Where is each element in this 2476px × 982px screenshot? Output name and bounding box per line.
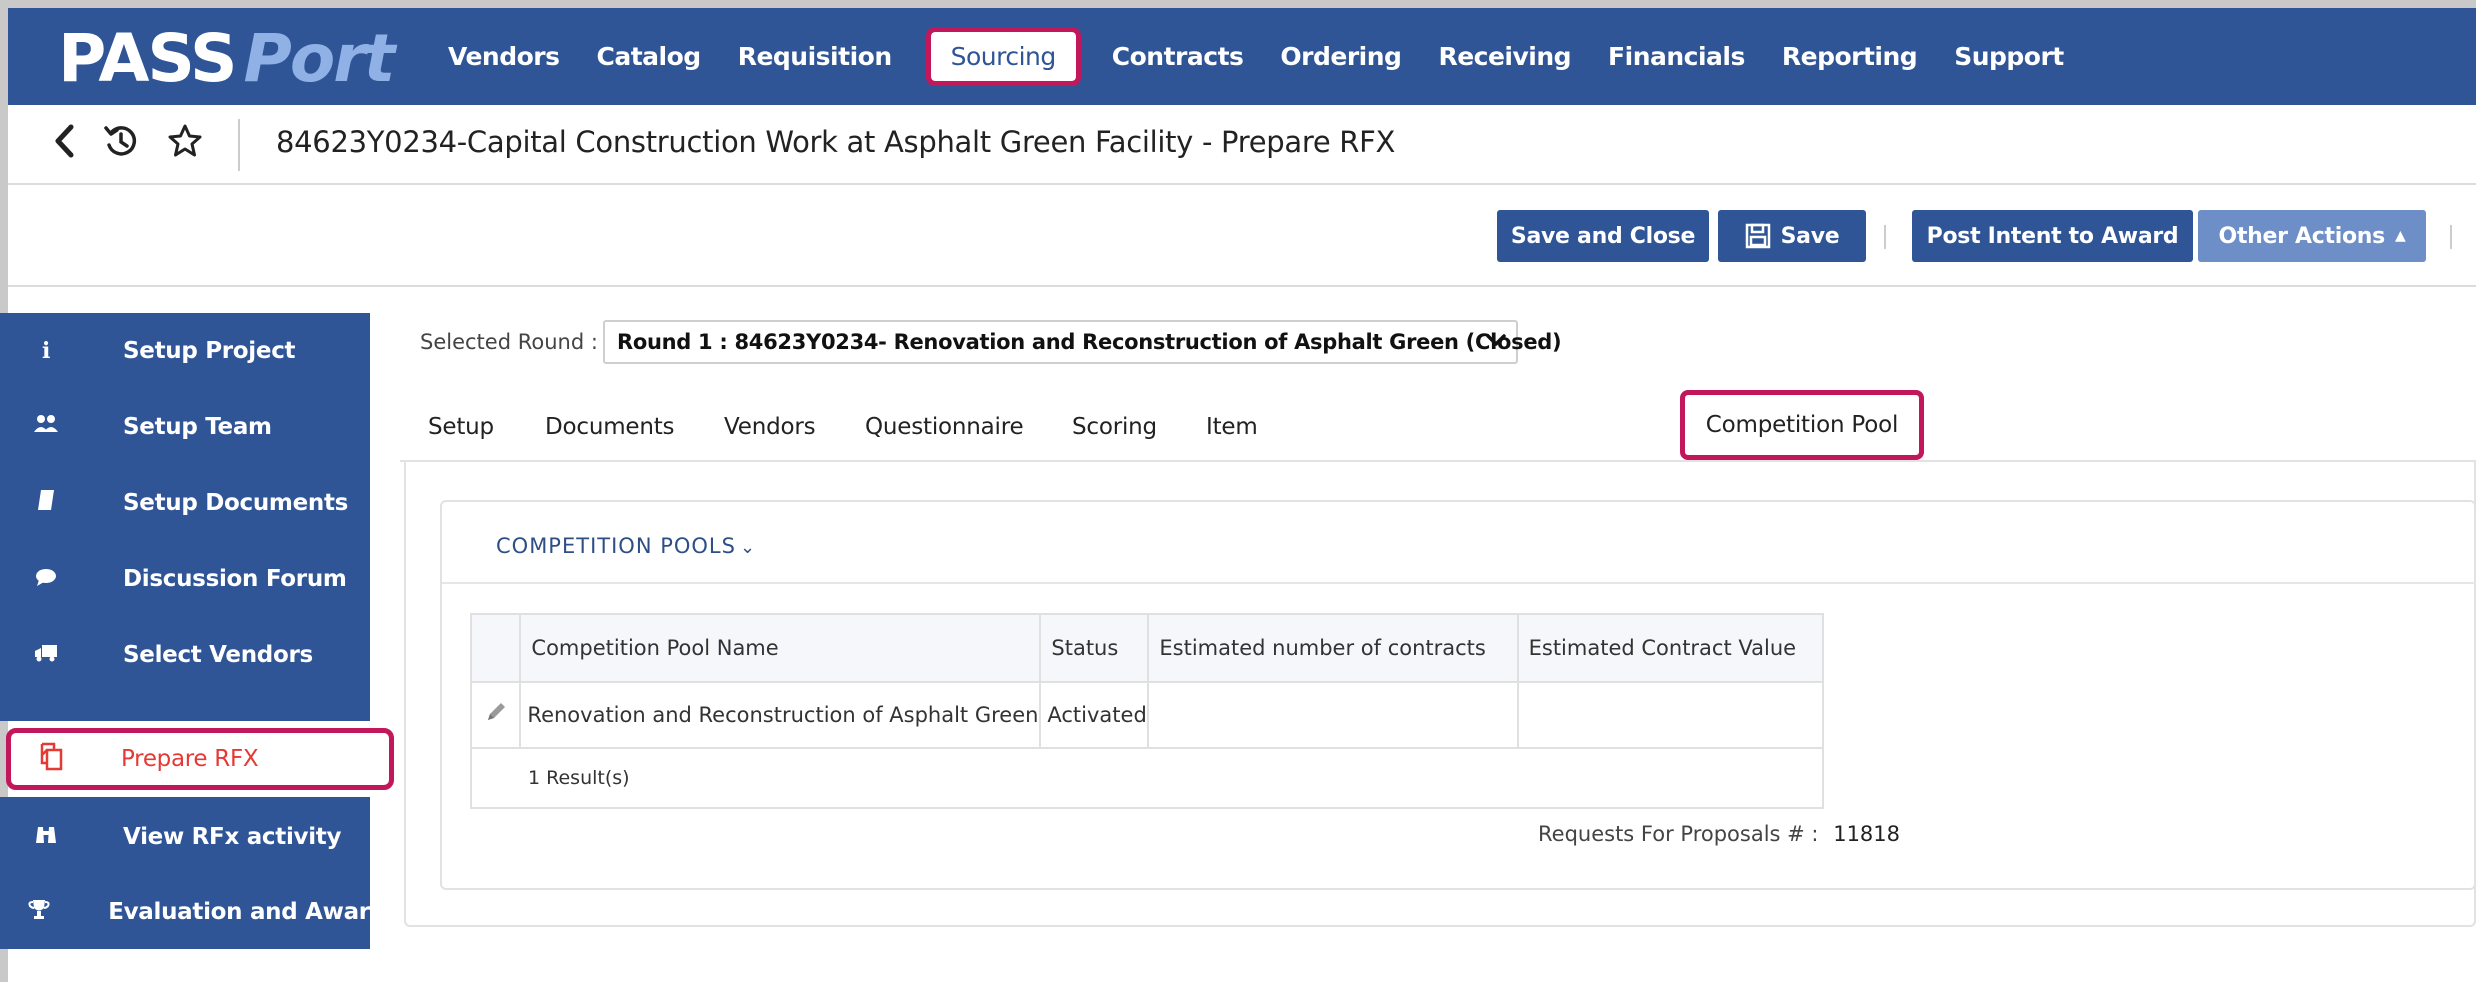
binoculars-icon [16,823,76,851]
chevron-down-icon [1486,328,1506,353]
star-icon[interactable] [167,123,203,168]
rfp-number-line: Requests For Proposals # : 11818 [1538,822,1900,846]
column-header-pool-name[interactable]: Competition Pool Name [519,613,1042,683]
save-button-label: Save [1780,223,1840,249]
main-nav: Vendors Catalog Requisition Sourcing Con… [448,8,2101,105]
info-icon: i [41,338,51,364]
top-navigation-bar: PASS Port Vendors Catalog Requisition So… [8,8,2476,105]
book-icon [16,489,76,517]
nav-requisition[interactable]: Requisition [738,42,892,71]
selected-round-value: Round 1 : 84623Y0234- Renovation and Rec… [617,330,1562,354]
column-header-status[interactable]: Status [1039,613,1150,683]
competition-pools-title: COMPETITION POOLS [496,534,736,558]
nav-vendors[interactable]: Vendors [448,42,560,71]
contract-value-cell [1516,681,1825,749]
tab-questionnaire[interactable]: Questionnaire [865,414,1024,440]
nav-sourcing[interactable]: Sourcing [925,27,1081,86]
results-footer-row: 1 Result(s) [470,747,1824,809]
pencil-edit-icon[interactable] [484,703,508,730]
sidebar-item-label: Select Vendors [123,642,313,668]
comment-icon [16,567,76,592]
sidebar-item-setup-project[interactable]: i Setup Project [16,313,386,389]
selected-round-label: Selected Round : [420,330,598,354]
rfx-tabs: Setup Documents Vendors Questionnaire Sc… [400,390,2476,460]
results-count: 1 Result(s) [470,747,1824,809]
truck-icon [16,643,76,668]
page-title: 84623Y0234-Capital Construction Work at … [276,125,1396,159]
sidebar-item-label: Evaluation and Award [108,899,386,925]
sidebar-item-label: Discussion Forum [123,566,347,592]
column-header-contract-value[interactable]: Estimated Contract Value [1516,613,1825,683]
breadcrumb-actions [53,123,231,168]
passport-logo[interactable]: PASS Port [58,20,395,97]
rfp-number-value: 11818 [1833,822,1901,846]
breadcrumb-divider [238,119,240,171]
tab-competition-pool[interactable]: Competition Pool [1680,390,1924,460]
nav-catalog[interactable]: Catalog [597,42,702,71]
sidebar-item-evaluation-and-award[interactable]: Evaluation and Award [16,874,386,950]
sidebar-item-prepare-rfx[interactable]: Prepare RFX [6,728,394,790]
caret-up-icon: ▲ [2394,228,2406,244]
column-header-num-contracts[interactable]: Estimated number of contracts [1147,613,1519,683]
action-toolbar: Save and Close Save Post Intent to Award… [8,187,2476,287]
nav-ordering[interactable]: Ordering [1280,42,1402,71]
history-icon[interactable] [103,123,139,168]
rfp-number-label: Requests For Proposals # : [1538,822,1819,846]
tab-scoring[interactable]: Scoring [1072,414,1157,440]
sidebar-item-select-vendors[interactable]: Select Vendors [16,617,386,693]
nav-financials[interactable]: Financials [1608,42,1745,71]
panel-divider [442,582,2476,584]
nav-reporting[interactable]: Reporting [1782,42,1918,71]
competition-pools-header[interactable]: COMPETITION POOLS ⌄ [496,534,756,558]
back-chevron-icon[interactable] [53,124,75,167]
sidebar-item-discussion-forum[interactable]: Discussion Forum [16,541,386,617]
num-contracts-cell [1147,681,1519,749]
other-actions-label: Other Actions [2218,223,2386,249]
edit-column-header [469,613,522,683]
tab-documents[interactable]: Documents [545,414,675,440]
nav-support[interactable]: Support [1954,42,2064,71]
tab-item[interactable]: Item [1206,414,1258,440]
table-header-row: Competition Pool Name Status Estimated n… [469,613,1825,683]
sidebar-item-label: Setup Documents [123,490,349,516]
sidebar-item-setup-documents[interactable]: Setup Documents [16,465,386,541]
tab-vendors[interactable]: Vendors [724,414,816,440]
window-frame-top [0,0,2476,8]
trophy-icon [16,898,61,926]
nav-receiving[interactable]: Receiving [1438,42,1571,71]
team-icon [16,414,76,440]
floppy-disk-icon [1745,223,1771,249]
sidebar-item-label: Prepare RFX [121,746,259,772]
selected-round-select[interactable]: Round 1 : 84623Y0234- Renovation and Rec… [603,320,1562,364]
toolbar-divider [1884,225,1886,249]
sidebar-item-label: Setup Project [123,338,296,364]
competition-pools-table: Competition Pool Name Status Estimated n… [469,613,1825,809]
toolbar-divider [2450,225,2452,249]
logo-port: Port [243,20,396,97]
chevron-down-icon: ⌄ [739,537,757,558]
other-actions-button[interactable]: Other Actions ▲ [2198,210,2426,262]
sidebar-item-label: View RFx activity [123,824,342,850]
nav-contracts[interactable]: Contracts [1112,42,1244,71]
save-and-close-button[interactable]: Save and Close [1497,210,1709,262]
sidebar-item-setup-team[interactable]: Setup Team [16,389,386,465]
sidebar-item-label: Setup Team [123,414,272,440]
tab-setup[interactable]: Setup [428,414,494,440]
edit-cell [469,681,522,749]
pool-name-cell: Renovation and Reconstruction of Asphalt… [519,681,1042,749]
post-intent-to-award-button[interactable]: Post Intent to Award [1912,210,2193,262]
status-cell: Activated [1039,681,1150,749]
breadcrumb: 84623Y0234-Capital Construction Work at … [8,105,2476,185]
copy-icon [29,741,69,778]
logo-pass: PASS [58,20,237,97]
table-row: Renovation and Reconstruction of Asphalt… [469,681,1825,749]
sidebar-item-view-rfx-activity[interactable]: View RFx activity [16,799,386,875]
save-button[interactable]: Save [1718,210,1866,262]
